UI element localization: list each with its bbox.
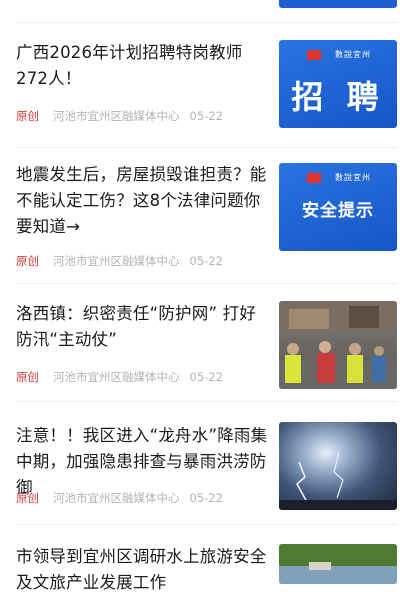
photo-storm-lightning xyxy=(279,451,397,510)
divider xyxy=(16,22,397,23)
divider xyxy=(16,524,397,525)
article-meta: 原创 河池市宜州区融媒体中心 05-22 xyxy=(16,108,223,124)
article-thumbnail[interactable] xyxy=(279,422,397,510)
brand-logo: 數說宜州 xyxy=(307,172,371,183)
original-tag: 原创 xyxy=(16,254,39,268)
divider xyxy=(16,401,397,402)
article-title[interactable]: 洛西镇：织密责任“防护网” 打好防汛“主动仗” xyxy=(16,301,272,353)
article-title[interactable]: 广西2026年计划招聘特岗教师272人！ xyxy=(16,40,272,92)
brand-mark-icon xyxy=(307,172,321,183)
divider xyxy=(16,147,397,148)
article-meta: 原创 河池市宜州区融媒体中心 05-22 xyxy=(16,369,223,385)
article-source: 河池市宜州区融媒体中心 xyxy=(53,491,180,505)
article-date: 05-22 xyxy=(189,491,223,505)
article-date: 05-22 xyxy=(189,254,223,268)
article-thumbnail[interactable] xyxy=(279,301,397,389)
thumbnail-text: 安全提示 xyxy=(302,201,374,221)
article-date: 05-22 xyxy=(189,109,223,123)
article-title[interactable]: 地震发生后，房屋损毁谁担责？能不能认定工伤？这8个法律问题你要知道→ xyxy=(16,162,272,240)
article-source: 河池市宜州区融媒体中心 xyxy=(53,370,180,384)
article-thumbnail[interactable]: 數說宜州 招 聘 xyxy=(279,40,397,128)
article-meta: 原创 河池市宜州区融媒体中心 05-22 xyxy=(16,253,223,269)
thumbnail-text: 招 聘 xyxy=(291,78,385,116)
brand-logo: 數說宜州 xyxy=(307,49,371,60)
article-thumbnail[interactable]: 數說宜州 安全提示 xyxy=(279,163,397,251)
original-tag: 原创 xyxy=(16,109,39,123)
original-tag: 原创 xyxy=(16,491,39,505)
article-source: 河池市宜州区融媒体中心 xyxy=(53,109,180,123)
photo-river-scenery xyxy=(279,544,397,584)
brand-mark-icon xyxy=(307,49,321,60)
photo-people-meeting xyxy=(279,301,397,389)
article-title[interactable]: 市领导到宜州区调研水上旅游安全及文旅产业发展工作 xyxy=(16,544,272,596)
previous-article-thumbnail[interactable] xyxy=(279,0,397,8)
article-date: 05-22 xyxy=(189,370,223,384)
article-thumbnail[interactable] xyxy=(279,544,397,584)
original-tag: 原创 xyxy=(16,370,39,384)
divider xyxy=(16,283,397,284)
article-meta: 原创 河池市宜州区融媒体中心 05-22 xyxy=(16,490,223,506)
article-source: 河池市宜州区融媒体中心 xyxy=(53,254,180,268)
